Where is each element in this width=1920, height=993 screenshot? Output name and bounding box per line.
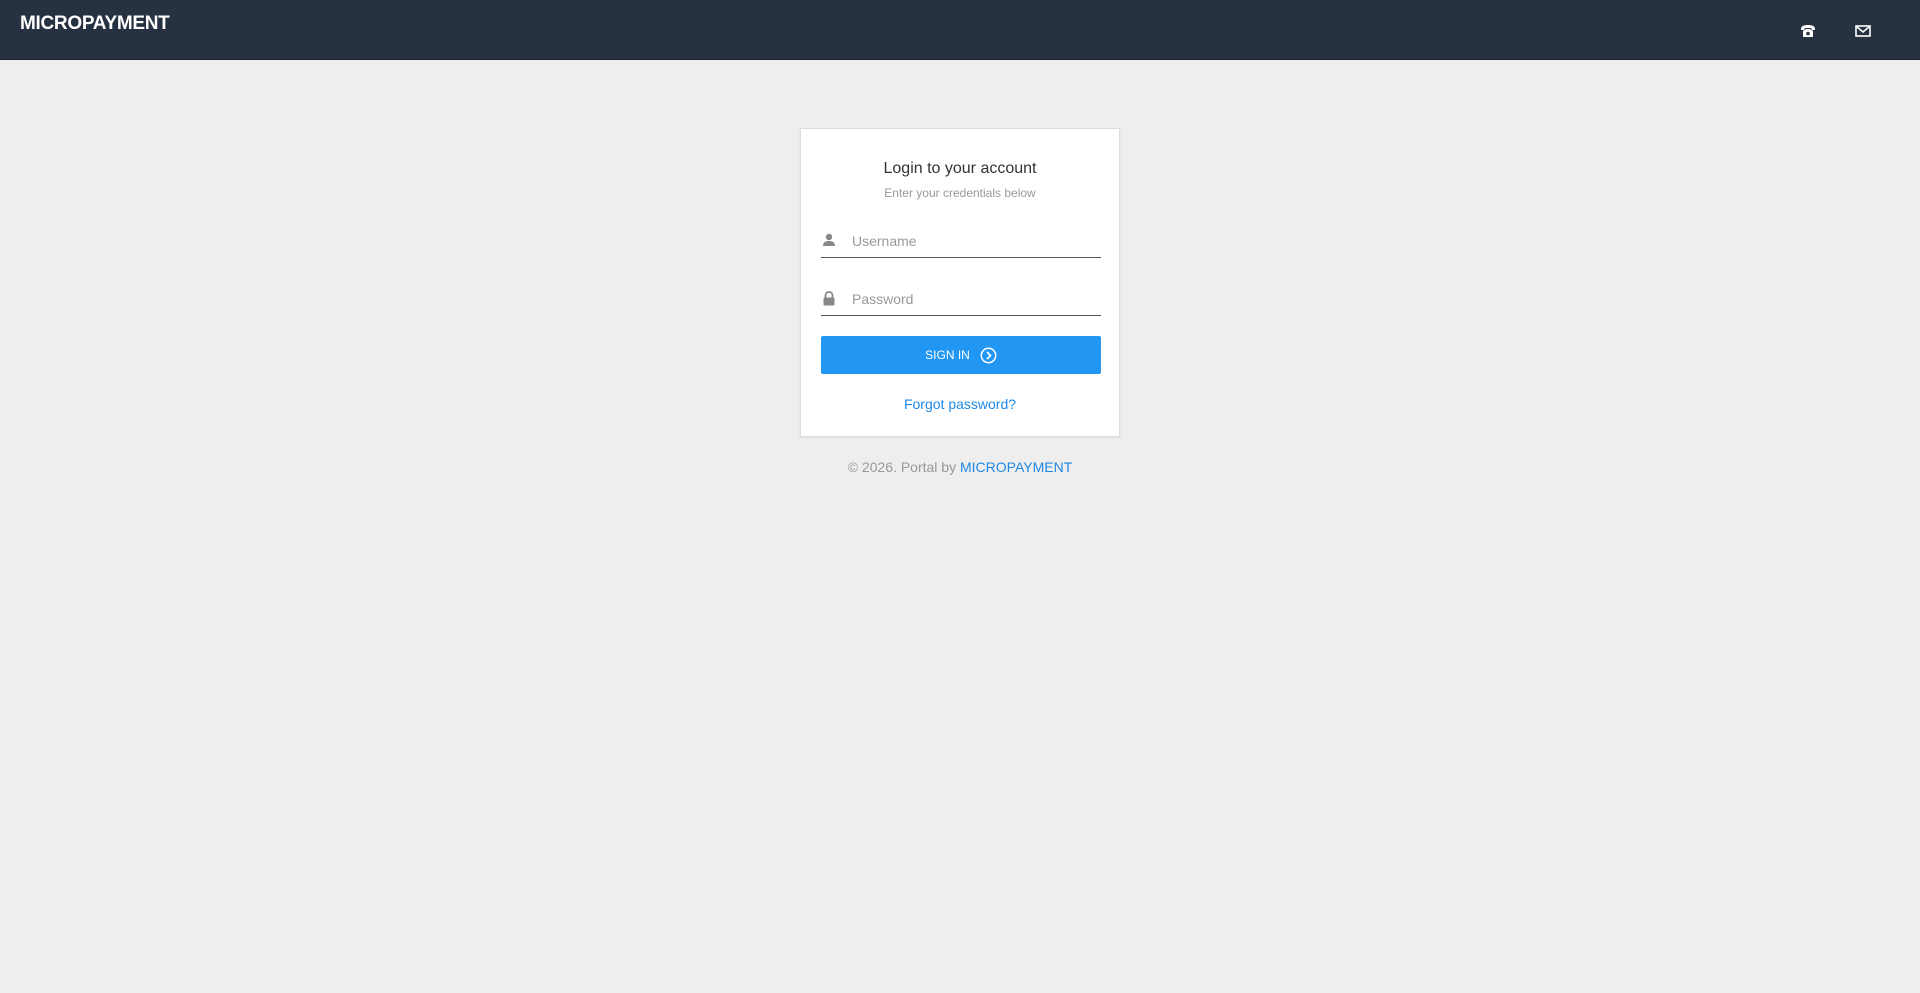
sign-in-button[interactable]: SIGN IN [821,336,1101,374]
footer-brand-link[interactable]: MICROPAYMENT [960,459,1072,475]
page-footer: © 2026. Portal by MICROPAYMENT [800,459,1120,475]
footer-text: © 2026. Portal by [847,459,957,475]
lock-icon [821,290,837,306]
password-field [821,282,1101,316]
login-subtitle: Enter your credentials below [884,186,1036,200]
brand-logo[interactable]: MICROPAYMENT [20,13,170,35]
username-field [821,224,1101,258]
sign-in-label: SIGN IN [925,348,970,362]
mail-icon[interactable] [1854,22,1872,40]
login-card: Login to your account Enter your credent… [800,128,1120,437]
password-input[interactable] [852,282,1101,315]
forgot-password-link[interactable]: Forgot password? [801,396,1119,412]
phone-icon[interactable] [1799,22,1817,40]
login-title: Login to your account [883,160,1037,177]
circle-arrow-right-icon [980,347,997,364]
user-icon [821,232,837,248]
username-input[interactable] [852,224,1101,257]
top-navbar: MICROPAYMENT [0,0,1920,60]
